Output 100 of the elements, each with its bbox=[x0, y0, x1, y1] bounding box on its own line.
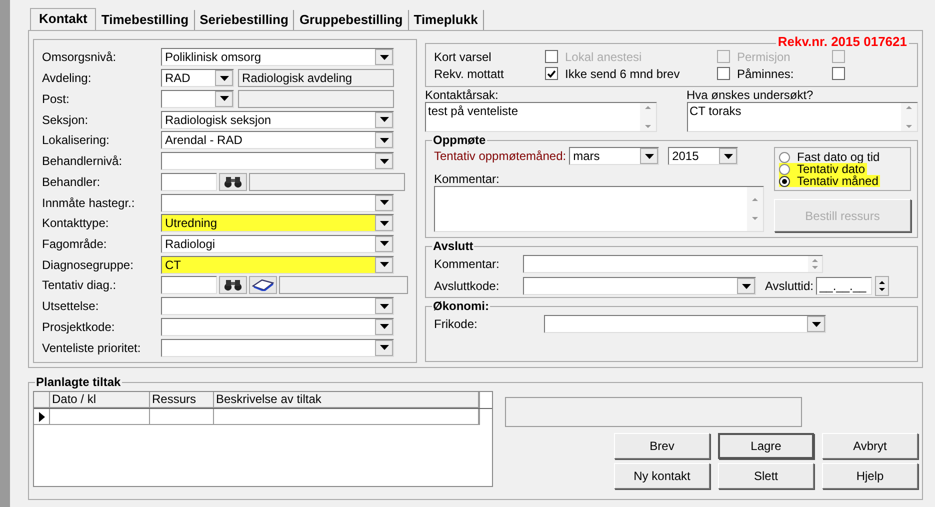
spin-button[interactable] bbox=[875, 276, 890, 296]
caret-icon bbox=[220, 76, 228, 81]
dropdown-field[interactable]: CT bbox=[161, 256, 394, 274]
dropdown-button[interactable] bbox=[375, 132, 393, 148]
caret-icon bbox=[380, 262, 388, 268]
dropdown-button[interactable] bbox=[807, 316, 825, 332]
tab[interactable]: Kontakt bbox=[30, 8, 96, 30]
dropdown-button[interactable] bbox=[640, 148, 658, 164]
spin-arrows-icon[interactable] bbox=[812, 259, 818, 269]
binoculars-button[interactable] bbox=[219, 172, 247, 191]
dropdown-field[interactable] bbox=[161, 90, 234, 108]
dropdown-field[interactable]: mars bbox=[569, 147, 660, 165]
scrollbar[interactable] bbox=[640, 103, 656, 131]
column-header: Beskrivelse av tiltak bbox=[214, 392, 480, 408]
button[interactable]: Avbryt bbox=[822, 433, 918, 459]
radio-button[interactable] bbox=[779, 164, 790, 174]
caret-icon bbox=[220, 96, 228, 102]
field-label: Utsettelse: bbox=[42, 299, 100, 314]
request-number: Rekv.nr. 2015 017621 bbox=[776, 34, 909, 49]
book-button[interactable] bbox=[249, 276, 277, 294]
radio-option[interactable]: Tentativ måned bbox=[779, 175, 880, 187]
field-label: Kommentar: bbox=[434, 172, 500, 186]
button[interactable]: Hjelp bbox=[822, 463, 918, 489]
dropdown-button[interactable] bbox=[375, 153, 393, 170]
checkbox[interactable] bbox=[545, 50, 558, 63]
field-label: Kontakttype: bbox=[42, 216, 110, 230]
dropdown-button[interactable] bbox=[215, 70, 233, 86]
dropdown-button[interactable] bbox=[737, 278, 755, 294]
dropdown-button[interactable] bbox=[375, 49, 393, 66]
field-label: Tentativ oppmøtemåned: bbox=[434, 149, 566, 163]
text-area[interactable]: CT toraks bbox=[686, 102, 918, 132]
dropdown-field[interactable] bbox=[161, 297, 394, 316]
time-field[interactable]: __.__.__ bbox=[816, 277, 872, 295]
caret-icon bbox=[742, 284, 750, 288]
dropdown-field[interactable]: Arendal - RAD bbox=[161, 131, 394, 150]
dropdown-field[interactable]: RAD bbox=[161, 69, 234, 88]
field-label: Fagområde: bbox=[42, 236, 108, 251]
tab[interactable]: Gruppebestilling bbox=[294, 10, 409, 30]
button[interactable]: Ny kontakt bbox=[614, 463, 710, 489]
dropdown-button[interactable] bbox=[375, 215, 393, 232]
radio-button[interactable] bbox=[779, 176, 790, 186]
tab[interactable]: Timeplukk bbox=[408, 10, 484, 30]
dropdown-button[interactable] bbox=[375, 340, 393, 356]
caret-icon bbox=[380, 324, 388, 330]
caret-icon bbox=[380, 241, 388, 246]
caret-icon bbox=[380, 158, 388, 164]
dropdown-button[interactable] bbox=[375, 318, 393, 335]
field-label: Lokalisering: bbox=[42, 133, 110, 148]
checkbox-label: Kort varsel bbox=[434, 50, 492, 64]
field-label: Kommentar: bbox=[434, 257, 500, 271]
field-label: Tentativ diag.: bbox=[42, 278, 118, 292]
dropdown-field[interactable] bbox=[544, 315, 826, 333]
dropdown-button[interactable] bbox=[375, 112, 393, 128]
table-cell[interactable] bbox=[214, 409, 480, 425]
checkbox[interactable] bbox=[717, 67, 730, 80]
caret-icon bbox=[644, 154, 654, 158]
dropdown-field[interactable]: Utredning bbox=[161, 214, 394, 232]
checkbox[interactable] bbox=[545, 67, 558, 80]
dropdown-field[interactable] bbox=[161, 338, 394, 357]
button[interactable]: Brev bbox=[614, 433, 710, 459]
checkbox-label: Rekv. mottatt bbox=[434, 66, 505, 80]
scrollbar[interactable] bbox=[747, 187, 763, 231]
radio-option[interactable]: Fast dato og tid bbox=[779, 151, 882, 163]
dropdown-button[interactable] bbox=[375, 236, 393, 252]
input-field[interactable] bbox=[523, 255, 823, 273]
binoculars-icon bbox=[224, 279, 242, 292]
input-field[interactable] bbox=[161, 276, 217, 294]
radio-option[interactable]: Tentativ dato bbox=[779, 163, 868, 175]
text-area[interactable]: test på venteliste bbox=[425, 102, 656, 132]
dropdown-field[interactable]: Poliklinisk omsorg bbox=[161, 48, 394, 66]
caret-icon bbox=[380, 220, 388, 226]
button[interactable]: Lagre bbox=[718, 433, 814, 459]
field-label: Venteliste prioritet: bbox=[42, 340, 142, 355]
scrollbar[interactable] bbox=[901, 103, 917, 131]
dropdown-field[interactable]: Radiologi bbox=[161, 234, 394, 253]
table-cell[interactable] bbox=[150, 409, 214, 425]
input-field[interactable] bbox=[161, 172, 217, 191]
current-row-icon bbox=[38, 412, 44, 422]
dropdown-button[interactable] bbox=[215, 90, 233, 107]
dropdown-button[interactable] bbox=[375, 298, 393, 314]
readonly-field: Radiologisk avdeling bbox=[238, 69, 394, 88]
dropdown-field[interactable] bbox=[523, 277, 756, 295]
dropdown-button[interactable] bbox=[719, 148, 738, 164]
dropdown-field[interactable] bbox=[161, 194, 394, 212]
row-indicator[interactable] bbox=[34, 409, 50, 425]
text-area[interactable] bbox=[434, 186, 764, 232]
dropdown-field[interactable]: Radiologisk seksjon bbox=[161, 110, 394, 129]
dropdown-field[interactable] bbox=[161, 318, 394, 336]
tab[interactable]: Timebestilling bbox=[96, 10, 195, 30]
dropdown-button[interactable] bbox=[375, 256, 393, 273]
binoculars-button[interactable] bbox=[219, 276, 247, 294]
checkbox[interactable] bbox=[832, 67, 845, 80]
dropdown-field[interactable]: 2015 bbox=[668, 147, 738, 165]
radio-button[interactable] bbox=[779, 152, 790, 162]
dropdown-button[interactable] bbox=[375, 194, 393, 210]
dropdown-field[interactable] bbox=[161, 152, 394, 170]
button[interactable]: Slett bbox=[718, 463, 814, 489]
checkbox-label: Permisjon bbox=[737, 50, 792, 64]
table-cell[interactable] bbox=[50, 409, 150, 425]
tab[interactable]: Seriebestilling bbox=[194, 10, 294, 30]
